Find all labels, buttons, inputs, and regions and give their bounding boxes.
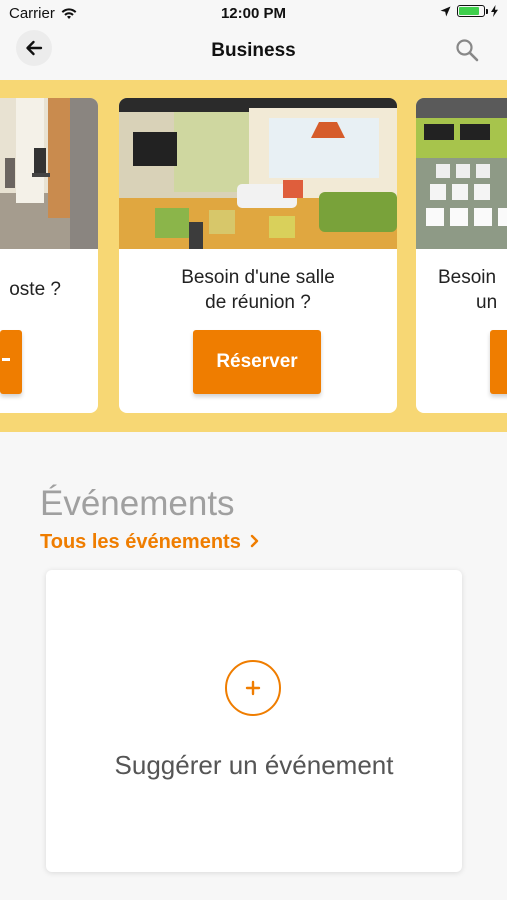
location-arrow-icon (440, 6, 451, 16)
carousel-card-auditorium[interactable]: Besoin un (416, 98, 507, 413)
nav-bar: Business (0, 28, 507, 78)
search-button[interactable] (455, 38, 479, 67)
card-title: Besoin un (438, 267, 498, 313)
card-title: oste ? (9, 279, 61, 300)
battery-fill (459, 7, 479, 15)
status-time: 12:00 PM (220, 5, 287, 22)
carousel-card-workspace[interactable]: oste ? (0, 98, 98, 413)
card-title: Besoin d'une salle de réunion ? (181, 267, 335, 313)
search-icon (456, 39, 479, 62)
suggest-event-card[interactable]: Suggérer un événement (46, 570, 462, 872)
charging-bolt-icon (491, 5, 498, 17)
office-workspace-image (0, 98, 98, 249)
events-section-title: Événements (40, 484, 235, 523)
reserve-button[interactable]: Réserver (193, 330, 321, 394)
status-right (440, 5, 498, 17)
chevron-right-icon (251, 534, 259, 548)
reserve-button-partial[interactable] (490, 330, 507, 394)
suggest-event-label: Suggérer un événement (114, 750, 394, 780)
meeting-lounge-image (119, 98, 397, 249)
status-bar: Carrier 12:00 PM (0, 0, 507, 28)
reserve-button-partial[interactable] (0, 330, 22, 394)
battery-icon (457, 5, 488, 17)
page-title: Business (211, 40, 296, 61)
plus-icon (245, 680, 261, 696)
booking-carousel[interactable]: oste ? Besoin d'une salle de réunion ? R… (0, 80, 507, 432)
auditorium-image (416, 98, 507, 249)
add-event-button[interactable] (225, 660, 281, 716)
carousel-card-meeting-room[interactable]: Besoin d'une salle de réunion ? Réserver (119, 98, 397, 413)
all-events-label: Tous les événements (40, 531, 241, 553)
all-events-link[interactable]: Tous les événements (40, 531, 260, 554)
